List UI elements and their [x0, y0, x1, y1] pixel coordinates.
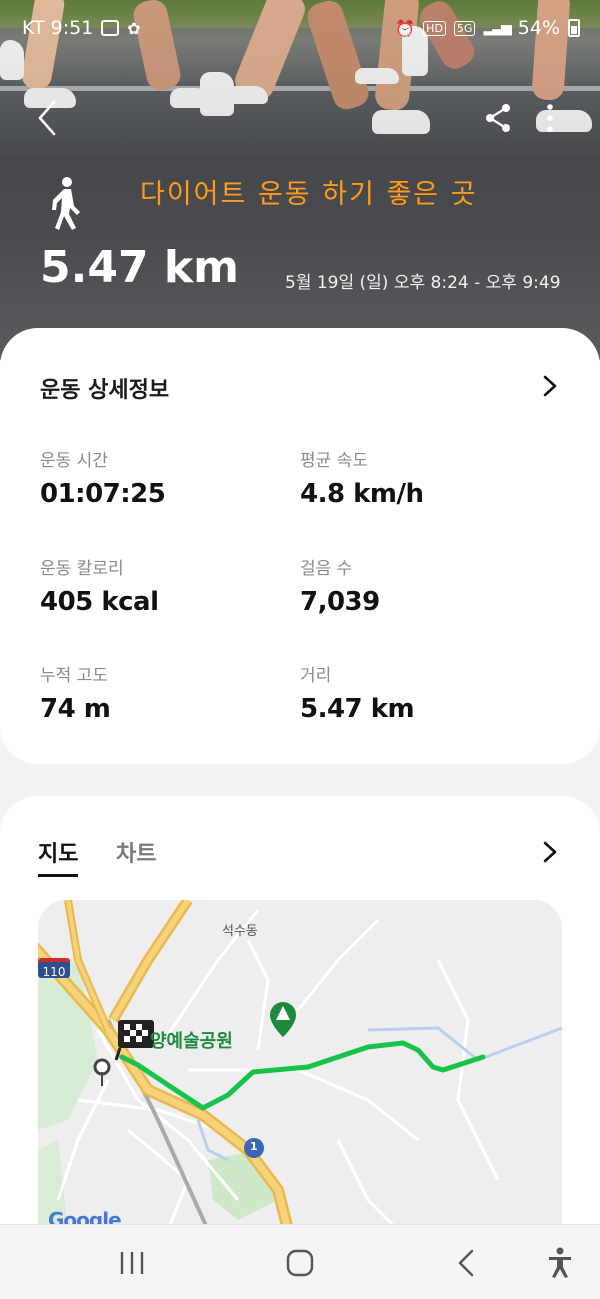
metric-avg-speed: 평균 속도 4.8 km/h [300, 446, 424, 509]
map-district-label: 석수동 [222, 924, 258, 939]
carrier-time: KT 9:51 [22, 17, 94, 39]
back-button[interactable] [32, 96, 72, 140]
workout-title[interactable]: 다이어트 운동 하기 좋은 곳 [140, 172, 478, 211]
metric-label: 운동 칼로리 [40, 559, 124, 579]
metric-label: 운동 시간 [40, 451, 108, 471]
metric-elevation: 누적 고도 74 m [40, 661, 111, 724]
accessibility-icon[interactable] [540, 1243, 580, 1283]
back-arrow-icon [38, 100, 56, 136]
metric-value: 74 m [40, 694, 111, 724]
metric-label: 평균 속도 [300, 451, 368, 471]
metric-label: 걸음 수 [300, 559, 353, 579]
walking-person-icon [52, 177, 80, 230]
route-map[interactable]: 110 석수동 양예술공원 1 Google [38, 900, 562, 1230]
signal-icon: ▂▃▅ [483, 20, 511, 36]
map-graphics [38, 900, 562, 1230]
metric-value: 5.47 km [300, 694, 415, 724]
share-icon [486, 104, 510, 132]
metric-label: 누적 고도 [40, 666, 108, 686]
more-options-button[interactable] [538, 100, 562, 136]
alarm-icon: ⏰ [395, 18, 416, 38]
workout-time-range: 5월 19일 (일) 오후 8:24 - 오후 9:49 [285, 273, 561, 293]
share-button[interactable] [482, 100, 516, 136]
map-chevron-right-icon[interactable] [540, 840, 560, 864]
metric-calories: 운동 칼로리 405 kcal [40, 554, 159, 617]
metric-value: 01:07:25 [40, 479, 166, 509]
header-hero: KT 9:51 ✿ ⏰ HD 5G ▂▃▅ 54% 다이어트 운동 하기 좋은 … [0, 0, 600, 360]
metric-label: 거리 [300, 666, 332, 686]
tab-chart[interactable]: 차트 [116, 836, 156, 868]
battery-percent: 54% [517, 17, 560, 39]
details-chevron-right-icon[interactable] [540, 374, 560, 398]
metric-distance: 거리 5.47 km [300, 661, 415, 724]
system-navigation-bar [0, 1224, 600, 1299]
network-label: 5G [453, 20, 476, 36]
route-number-label: 1 [250, 1140, 258, 1153]
hd-icon: HD [423, 20, 446, 36]
workout-details-card: 운동 상세정보 운동 시간 01:07:25 평균 속도 4.8 km/h 운동… [0, 328, 600, 764]
metric-value: 405 kcal [40, 587, 159, 617]
status-bar: KT 9:51 ✿ ⏰ HD 5G ▂▃▅ 54% [22, 14, 580, 42]
metric-value: 7,039 [300, 587, 380, 617]
metric-value: 4.8 km/h [300, 479, 424, 509]
home-icon[interactable] [280, 1243, 320, 1283]
total-distance: 5.47 km [40, 242, 239, 293]
more-vertical-icon [547, 104, 553, 132]
highway-shield-110: 110 [38, 958, 70, 979]
battery-icon [568, 19, 580, 37]
details-section-title[interactable]: 운동 상세정보 [40, 372, 169, 404]
settings-small-icon: ✿ [127, 18, 141, 38]
gallery-icon [101, 20, 120, 36]
map-park-label: 양예술공원 [150, 1031, 233, 1052]
metric-duration: 운동 시간 01:07:25 [40, 446, 166, 509]
recent-apps-icon[interactable] [112, 1243, 152, 1283]
back-nav-icon[interactable] [448, 1243, 488, 1283]
tab-map[interactable]: 지도 [38, 836, 79, 877]
metric-steps: 걸음 수 7,039 [300, 554, 380, 617]
